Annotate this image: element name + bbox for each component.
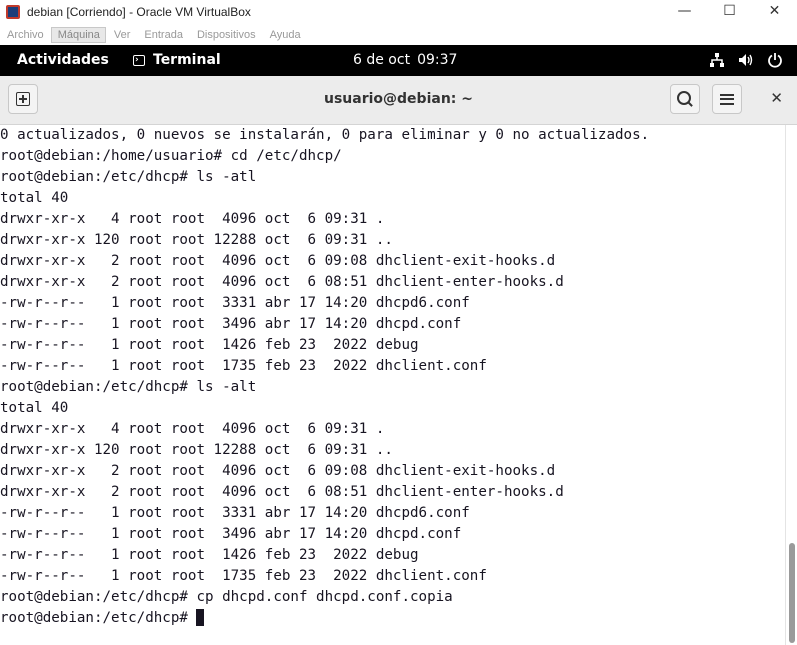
terminal-scrollbar[interactable] [785,125,797,645]
terminal-line: -rw-r--r-- 1 root root 1735 feb 23 2022 … [0,358,487,374]
virtualbox-logo-icon [6,5,20,19]
terminal-line: -rw-r--r-- 1 root root 3331 abr 17 14:20… [0,505,470,521]
terminal-line: drwxr-xr-x 120 root root 12288 oct 6 09:… [0,232,393,248]
terminal-line: drwxr-xr-x 2 root root 4096 oct 6 08:51 … [0,274,564,290]
terminal-output[interactable]: 0 actualizados, 0 nuevos se instalarán, … [0,125,785,645]
volume-icon [738,52,754,73]
terminal-cursor [196,608,205,626]
terminal-line: root@debian:/etc/dhcp# ls -atl [0,169,257,185]
terminal-line: total 40 [0,400,69,416]
terminal-prompt: root@debian:/etc/dhcp# [0,610,197,626]
maximize-button[interactable]: ☐ [707,0,752,22]
terminal-line: drwxr-xr-x 4 root root 4096 oct 6 09:31 … [0,211,385,227]
terminal-line: drwxr-xr-x 4 root root 4096 oct 6 09:31 … [0,421,385,437]
scrollbar-thumb[interactable] [789,543,795,643]
menu-ver[interactable]: Ver [107,27,137,43]
app-menu-label: Terminal [153,52,221,68]
menu-ayuda[interactable]: Ayuda [263,27,307,43]
terminal-line: -rw-r--r-- 1 root root 1426 feb 23 2022 … [0,547,419,563]
terminal-line: -rw-r--r-- 1 root root 1735 feb 23 2022 … [0,568,487,584]
activities-button[interactable]: Actividades [17,52,109,68]
search-icon [676,90,691,105]
terminal-line: root@debian:/etc/dhcp# cp dhcpd.conf dhc… [0,589,453,605]
vbox-menu-bar: Archivo Máquina Ver Entrada Dispositivos… [0,25,797,45]
terminal-line: total 40 [0,190,69,206]
terminal-line: root@debian:/etc/dhcp# ls -alt [0,379,257,395]
app-menu-button[interactable]: › Terminal [133,52,221,68]
gnome-top-bar: Actividades › Terminal 6 de oct 09:37 [0,45,797,76]
menu-maquina[interactable]: Máquina [50,27,106,43]
host-window-title: debian [Corriendo] - Oracle VM VirtualBo… [27,5,251,19]
terminal-line: -rw-r--r-- 1 root root 1426 feb 23 2022 … [0,337,419,353]
terminal-icon: › [133,54,145,66]
menu-entrada[interactable]: Entrada [137,27,189,43]
terminal-line: -rw-r--r-- 1 root root 3496 abr 17 14:20… [0,316,462,332]
minimize-button[interactable]: — [662,0,707,22]
terminal-headerbar: usuario@debian: ~ ✕ [0,76,797,125]
terminal-line: drwxr-xr-x 2 root root 4096 oct 6 09:08 … [0,253,556,269]
hamburger-icon [720,93,734,105]
terminal-prompt-line[interactable]: root@debian:/etc/dhcp# [0,608,785,629]
network-icon [709,52,725,73]
terminal-line: drwxr-xr-x 2 root root 4096 oct 6 09:08 … [0,463,556,479]
power-icon [767,52,783,73]
clock-time: 09:37 [417,52,458,68]
system-tray[interactable] [709,52,783,73]
clock-button[interactable]: 6 de oct 09:37 [353,52,457,68]
host-title-bar: debian [Corriendo] - Oracle VM VirtualBo… [0,0,797,24]
close-button[interactable]: ✕ [752,0,797,22]
window-controls: — ☐ ✕ [662,0,797,24]
terminal-line: drwxr-xr-x 2 root root 4096 oct 6 08:51 … [0,484,564,500]
menu-archivo[interactable]: Archivo [0,27,50,43]
terminal-line: 0 actualizados, 0 nuevos se instalarán, … [0,127,650,143]
search-button[interactable] [670,84,700,114]
terminal-lines: 0 actualizados, 0 nuevos se instalarán, … [0,125,785,608]
clock-date: 6 de oct [353,52,411,68]
terminal-line: drwxr-xr-x 120 root root 12288 oct 6 09:… [0,442,393,458]
hamburger-menu-button[interactable] [712,84,742,114]
menu-dispositivos[interactable]: Dispositivos [190,27,262,43]
terminal-line: -rw-r--r-- 1 root root 3496 abr 17 14:20… [0,526,462,542]
terminal-line: root@debian:/home/usuario# cd /etc/dhcp/ [0,148,342,164]
terminal-line: -rw-r--r-- 1 root root 3331 abr 17 14:20… [0,295,470,311]
close-terminal-button[interactable]: ✕ [770,89,783,107]
